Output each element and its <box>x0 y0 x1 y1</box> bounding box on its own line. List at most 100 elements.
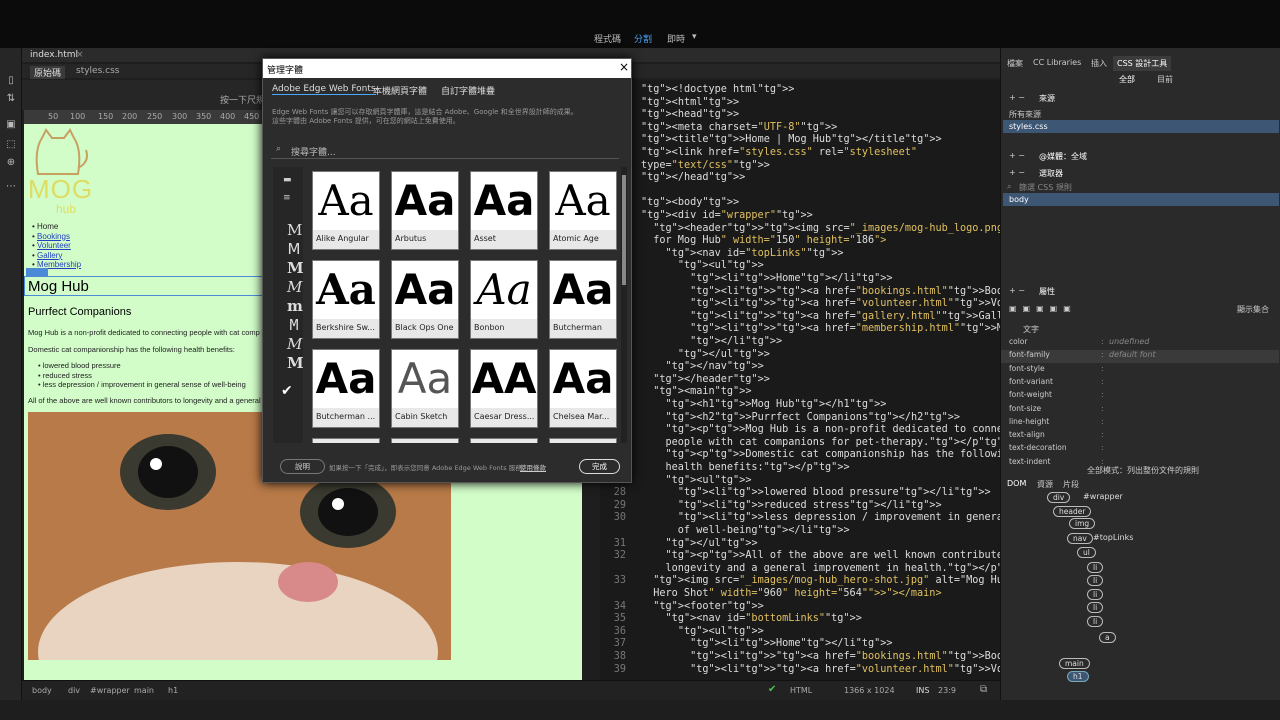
done-button[interactable]: 完成 <box>579 459 620 474</box>
tab-css-designer[interactable]: CSS 設計工具 <box>1113 56 1172 71</box>
font-tile[interactable]: Aa Berkshire Sw... <box>312 260 380 339</box>
font-grid-scrollbar[interactable] <box>621 167 627 443</box>
list-view-dense-icon[interactable]: ≡ <box>283 193 291 203</box>
file-icon[interactable]: ▯ <box>4 74 18 88</box>
dom-node[interactable]: #topLinks <box>1093 533 1133 542</box>
font-tile[interactable] <box>312 438 380 443</box>
close-icon[interactable]: × <box>619 60 629 74</box>
dom-node[interactable]: div <box>1047 492 1071 503</box>
code-line[interactable]: 39 "tg"><li"tg">>"tg"><a href="volunteer… <box>600 664 1000 677</box>
target-icon[interactable]: ⊕ <box>4 156 18 170</box>
tab-local-web-fonts[interactable]: 本機網頁字體 <box>373 84 427 97</box>
font-search-input[interactable]: ⌕ 搜尋字體... <box>271 141 619 159</box>
css-property-row[interactable]: color: undefined <box>1001 337 1279 350</box>
subtab-current[interactable]: 目前 <box>1157 74 1173 85</box>
source-code-tab[interactable]: 原始碼 <box>30 66 66 79</box>
dom-node[interactable]: img <box>1069 518 1096 529</box>
layout-group-icons[interactable]: ▣▣▣▣▣ <box>1009 304 1077 313</box>
code-line[interactable]: "tg"><div id="wrapper""tg">> <box>600 210 1000 223</box>
code-line[interactable]: "tg"><li"tg">>"tg"><a href="gallery.html… <box>600 311 1000 324</box>
subtab-all[interactable]: 全部 <box>1119 74 1135 85</box>
css-property-row[interactable]: line-height: <box>1001 417 1279 430</box>
workspace-split-button[interactable]: 分割 <box>634 32 652 45</box>
help-button[interactable]: 說明 <box>280 459 325 474</box>
code-line[interactable]: people with cat companions for pet-thera… <box>600 437 1000 450</box>
dom-node[interactable]: ul <box>1077 547 1096 558</box>
filter-slab-serif[interactable]: M <box>287 259 304 277</box>
font-tile[interactable]: Aa Butcherman ... <box>312 349 380 428</box>
add-property-icon[interactable]: + − <box>1009 286 1025 295</box>
filter-script[interactable]: M <box>287 278 302 296</box>
css-property-row[interactable]: text-decoration: <box>1001 443 1279 456</box>
selected-fonts-icon[interactable]: ✔ <box>281 383 293 399</box>
filter-handwritten[interactable]: M <box>287 335 302 353</box>
dom-node[interactable]: li <box>1087 616 1104 627</box>
tag-selector-div[interactable]: div <box>68 686 80 695</box>
window-size-select[interactable]: 1366 x 1024 <box>844 686 895 695</box>
code-line[interactable]: "tg"></header"tg">> <box>600 374 1000 387</box>
code-line[interactable]: "tg"><meta charset="UTF-8""tg">> <box>600 122 1000 135</box>
close-icon[interactable]: × <box>76 50 84 60</box>
dom-node[interactable]: li <box>1087 602 1104 613</box>
workspace-code-button[interactable]: 程式碼 <box>594 32 621 45</box>
css-property-row[interactable]: text-align: <box>1001 430 1279 443</box>
code-line[interactable]: 28 "tg"><li"tg">>lowered blood pressure"… <box>600 487 1000 500</box>
code-line[interactable]: 35 "tg"><nav id="bottomLinks""tg">> <box>600 613 1000 626</box>
code-line[interactable]: "tg"><main"tg">> <box>600 386 1000 399</box>
dom-node[interactable]: li <box>1087 589 1104 600</box>
language-select[interactable]: HTML <box>790 686 812 695</box>
stylesheet-item[interactable]: styles.css <box>1009 122 1048 131</box>
filter-sans-serif[interactable]: M <box>287 240 301 258</box>
dom-node[interactable]: h1 <box>1067 671 1089 682</box>
font-tile[interactable]: Aa Asset <box>470 171 538 250</box>
font-tile[interactable]: Aa Atomic Age <box>549 171 617 250</box>
code-line[interactable]: "tg"></head"tg">> <box>600 172 1000 185</box>
dom-node[interactable]: li <box>1087 562 1104 573</box>
code-line[interactable]: "tg"><link href="styles.css" rel="styles… <box>600 147 1000 160</box>
font-tile[interactable] <box>391 438 459 443</box>
add-icon[interactable]: + − <box>1009 93 1025 102</box>
code-line[interactable]: "tg"></nav"tg">> <box>600 361 1000 374</box>
font-tile[interactable]: Aa Alike Angular <box>312 171 380 250</box>
code-line[interactable]: "tg"><p"tg">>Mog Hub is a non-profit ded… <box>600 424 1000 437</box>
select-icon[interactable]: ⬚ <box>4 138 18 152</box>
selector-body[interactable]: body <box>1009 195 1029 204</box>
add-selector-icon[interactable]: + − <box>1009 168 1025 177</box>
code-line[interactable]: "tg"><p"tg">>Domestic cat companionship … <box>600 449 1000 462</box>
inspect-icon[interactable]: ▣ <box>4 118 18 132</box>
font-tile[interactable] <box>470 438 538 443</box>
tab-edge-web-fonts[interactable]: Adobe Edge Web Fonts <box>272 84 376 95</box>
css-property-row[interactable]: font-variant: <box>1001 377 1279 390</box>
code-line[interactable]: "tg"><li"tg">>Home"tg"></li"tg">> <box>600 273 1000 286</box>
tab-files[interactable]: 檔案 <box>1007 58 1023 69</box>
code-line[interactable]: 31 "tg"></ul"tg">> <box>600 538 1000 551</box>
code-line[interactable]: 33 "tg"><img src="_images/mog-hub_hero-s… <box>600 575 1000 588</box>
code-line[interactable]: 29 "tg"><li"tg">>reduced stress"tg"></li… <box>600 500 1000 513</box>
code-line[interactable]: "tg"><h1"tg">>Mog Hub"tg"></h1"tg">> <box>600 399 1000 412</box>
ruler[interactable]: 50 100 150 200 250 300 350 400 450 <box>24 110 264 124</box>
font-tile[interactable]: Aa Arbutus <box>391 171 459 250</box>
filter-decorative[interactable]: M <box>287 354 304 372</box>
tag-selector-h1[interactable]: h1 <box>168 686 178 695</box>
code-view[interactable]: "tg"><!doctype html"tg">> "tg"><html"tg">… <box>600 80 1000 680</box>
sort-icon[interactable]: ⇅ <box>4 92 18 106</box>
code-line[interactable]: 36 "tg"><ul"tg">> <box>600 626 1000 639</box>
dom-node[interactable]: main <box>1059 658 1090 669</box>
css-filter-input[interactable]: 篩選 CSS 規則 <box>1019 182 1072 193</box>
code-line[interactable]: "tg"><title"tg">>Home | Mog Hub"tg"></ti… <box>600 134 1000 147</box>
font-tile[interactable]: AA Caesar Dress... <box>470 349 538 428</box>
css-property-row[interactable]: font-family: default font <box>1001 350 1279 364</box>
font-tile[interactable] <box>549 438 617 443</box>
code-line[interactable]: "tg"><nav id="topLinks""tg">> <box>600 248 1000 261</box>
filter-monospaced[interactable]: M <box>287 316 301 334</box>
show-set-checkbox[interactable]: 顯示集合 <box>1237 304 1269 315</box>
code-line[interactable]: "tg"></li"tg">> <box>600 336 1000 349</box>
all-sources-item[interactable]: 所有來源 <box>1009 109 1041 120</box>
code-line[interactable]: "tg"><header"tg">>"tg"><img src="_images… <box>600 223 1000 236</box>
filter-serif[interactable]: M <box>287 221 302 239</box>
font-tile[interactable]: Aa Black Ops One <box>391 260 459 339</box>
element-tag[interactable] <box>26 268 48 276</box>
property-value[interactable]: undefined <box>1109 337 1149 346</box>
filter-blackletter[interactable]: m <box>287 297 303 315</box>
css-property-row[interactable]: font-style: <box>1001 364 1279 377</box>
